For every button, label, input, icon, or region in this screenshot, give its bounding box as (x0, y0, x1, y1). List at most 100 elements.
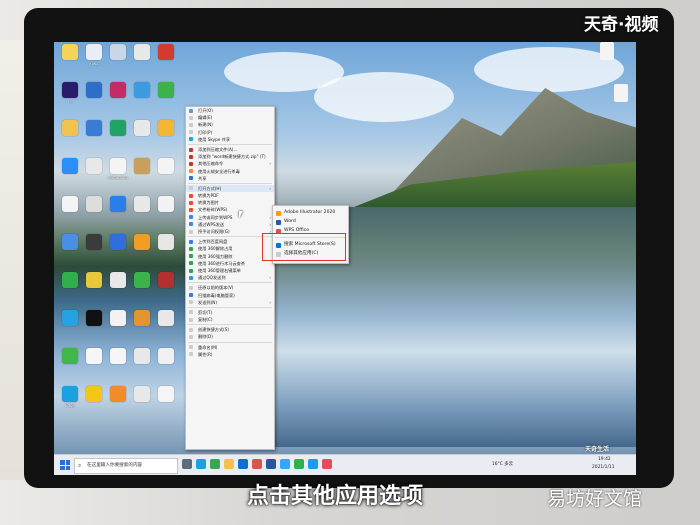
desktop-icon[interactable]: kiwa (82, 44, 106, 66)
context-menu-item[interactable]: 添加到 "word新建快捷方式.zip" (T) (186, 153, 274, 160)
desktop-icon[interactable] (106, 386, 130, 403)
desktop-icon[interactable] (82, 82, 106, 99)
context-menu-item[interactable]: 转换为PDF (186, 192, 274, 199)
desktop-icon[interactable] (130, 348, 154, 365)
context-menu-item[interactable]: 使用 Skype 共享 (186, 136, 274, 143)
desktop-icon[interactable] (58, 234, 82, 251)
desktop-icon[interactable] (106, 348, 130, 365)
context-menu-item[interactable]: 剪切(T) (186, 309, 274, 316)
context-menu-item[interactable]: 转换为图片 (186, 199, 274, 206)
context-menu-item[interactable]: 使用 360管理右键菜单 (186, 267, 274, 274)
desktop-icon[interactable] (106, 82, 130, 99)
task-view-icon[interactable] (182, 459, 192, 469)
desktop-icon[interactable] (154, 44, 178, 61)
context-menu-item[interactable]: 使用 360解除占用 (186, 245, 274, 252)
desktop-icon[interactable] (82, 196, 106, 213)
desktop-icon[interactable] (154, 120, 178, 137)
desktop-icon[interactable] (58, 348, 82, 365)
desktop-icon[interactable] (154, 234, 178, 251)
edge-icon[interactable] (196, 459, 206, 469)
context-menu-item[interactable]: 打开(O) (186, 107, 274, 114)
context-menu-item[interactable]: 删除(D) (186, 333, 274, 340)
context-menu-item[interactable]: 扫描病毒(电脑管家) (186, 292, 274, 299)
desktop-icon[interactable] (130, 386, 154, 403)
desktop-icon[interactable] (154, 272, 178, 289)
desktop-icon[interactable] (154, 386, 178, 403)
music-icon[interactable] (322, 459, 332, 469)
desktop-file-icon[interactable] (600, 42, 614, 60)
desktop-icon[interactable] (130, 82, 154, 99)
qq-icon[interactable] (308, 459, 318, 469)
context-menu-item[interactable]: 使用火绒安全进行杀毒 (186, 168, 274, 175)
desktop-icon[interactable] (106, 234, 130, 251)
desktop-icon[interactable] (130, 44, 154, 61)
context-menu-item[interactable]: 通过WPS发送 › (186, 221, 274, 228)
context-menu-item[interactable]: 通过QQ发送到 › (186, 274, 274, 281)
desktop-icon[interactable] (106, 44, 130, 61)
desktop-icon[interactable] (130, 272, 154, 289)
desktop-icon[interactable] (106, 272, 130, 289)
submenu-item[interactable]: Word (273, 217, 348, 226)
ps-icon[interactable] (280, 459, 290, 469)
desktop-icon[interactable] (58, 158, 82, 175)
desktop-icon[interactable] (82, 158, 106, 175)
tray-weather[interactable]: 16°C 多云 (492, 461, 513, 467)
context-menu-item[interactable]: 使用 360进行木马云查杀 (186, 260, 274, 267)
context-menu-item[interactable]: 文件粉碎(WPS) (186, 206, 274, 213)
store-icon[interactable] (238, 459, 248, 469)
desktop-icon[interactable] (82, 120, 106, 137)
context-menu-item[interactable]: 编辑(E) (186, 114, 274, 121)
desktop-icon[interactable] (82, 310, 106, 327)
wps-icon[interactable] (252, 459, 262, 469)
context-menu-item[interactable]: 其他压缩命令 › (186, 160, 274, 167)
desktop-icon[interactable] (130, 310, 154, 327)
desktop-icon[interactable] (130, 120, 154, 137)
desktop-icon[interactable] (82, 348, 106, 365)
tray-time[interactable]: 19:42 (598, 457, 611, 462)
context-menu-item[interactable]: 打开方式(H) › (186, 184, 274, 193)
start-button[interactable] (60, 460, 70, 470)
context-menu-item[interactable]: 授予访问权限(G) › (186, 228, 274, 235)
context-menu-item[interactable]: 使用 360强力删除 (186, 253, 274, 260)
context-menu-item[interactable]: 还原以前的版本(V) (186, 284, 274, 291)
context-menu-item[interactable]: 打印(P) (186, 129, 274, 136)
desktop-icon[interactable] (58, 310, 82, 327)
desktop-icon[interactable] (130, 158, 154, 175)
wechat-icon[interactable] (294, 459, 304, 469)
folder-icon[interactable] (224, 459, 234, 469)
desktop-icon[interactable] (58, 272, 82, 289)
desktop-icon[interactable] (130, 196, 154, 213)
word-icon[interactable] (266, 459, 276, 469)
context-menu-item[interactable]: 复制(C) (186, 316, 274, 323)
desktop-icon[interactable] (106, 196, 130, 213)
desktop-icon[interactable] (82, 386, 106, 403)
desktop-icon[interactable] (154, 348, 178, 365)
desktop-icon[interactable] (130, 234, 154, 251)
desktop-icon[interactable] (154, 158, 178, 175)
desktop-icon[interactable] (154, 310, 178, 327)
taskbar-search-box[interactable]: ⌕ 在这里输入你要搜索的内容 (74, 458, 178, 474)
context-menu-item[interactable]: 新建(N) (186, 121, 274, 128)
desktop-icon[interactable] (106, 310, 130, 327)
desktop-icon[interactable] (106, 120, 130, 137)
desktop-icon[interactable] (82, 272, 106, 289)
context-menu-item[interactable]: 发送到(N) › (186, 299, 274, 306)
desktop-icon[interactable]: Pr (58, 82, 82, 104)
context-menu-item[interactable]: 属性(R) (186, 351, 274, 358)
desktop-icon[interactable] (154, 82, 178, 99)
desktop-icon[interactable] (58, 44, 82, 61)
context-menu-item[interactable]: 重命名(M) (186, 344, 274, 351)
context-menu-item[interactable]: 上传到百度网盘 (186, 238, 274, 245)
context-menu-item[interactable]: 创建快捷方式(S) (186, 326, 274, 333)
desktop-icon[interactable]: debug.log (106, 158, 130, 180)
desktop-icon[interactable]: Edge (58, 386, 82, 408)
desktop-icon[interactable] (58, 120, 82, 137)
context-menu-item[interactable]: 上传或同步到WPS › (186, 214, 274, 221)
desktop-icon[interactable] (82, 234, 106, 251)
submenu-item[interactable]: Adobe Illustrator 2020 (273, 208, 348, 217)
desktop-file-icon[interactable] (614, 84, 628, 102)
context-menu-item[interactable]: 共享 (186, 175, 274, 182)
desktop-icon[interactable] (154, 196, 178, 213)
chrome-icon[interactable] (210, 459, 220, 469)
context-menu-item[interactable]: 添加到压缩文件(A)... (186, 146, 274, 153)
